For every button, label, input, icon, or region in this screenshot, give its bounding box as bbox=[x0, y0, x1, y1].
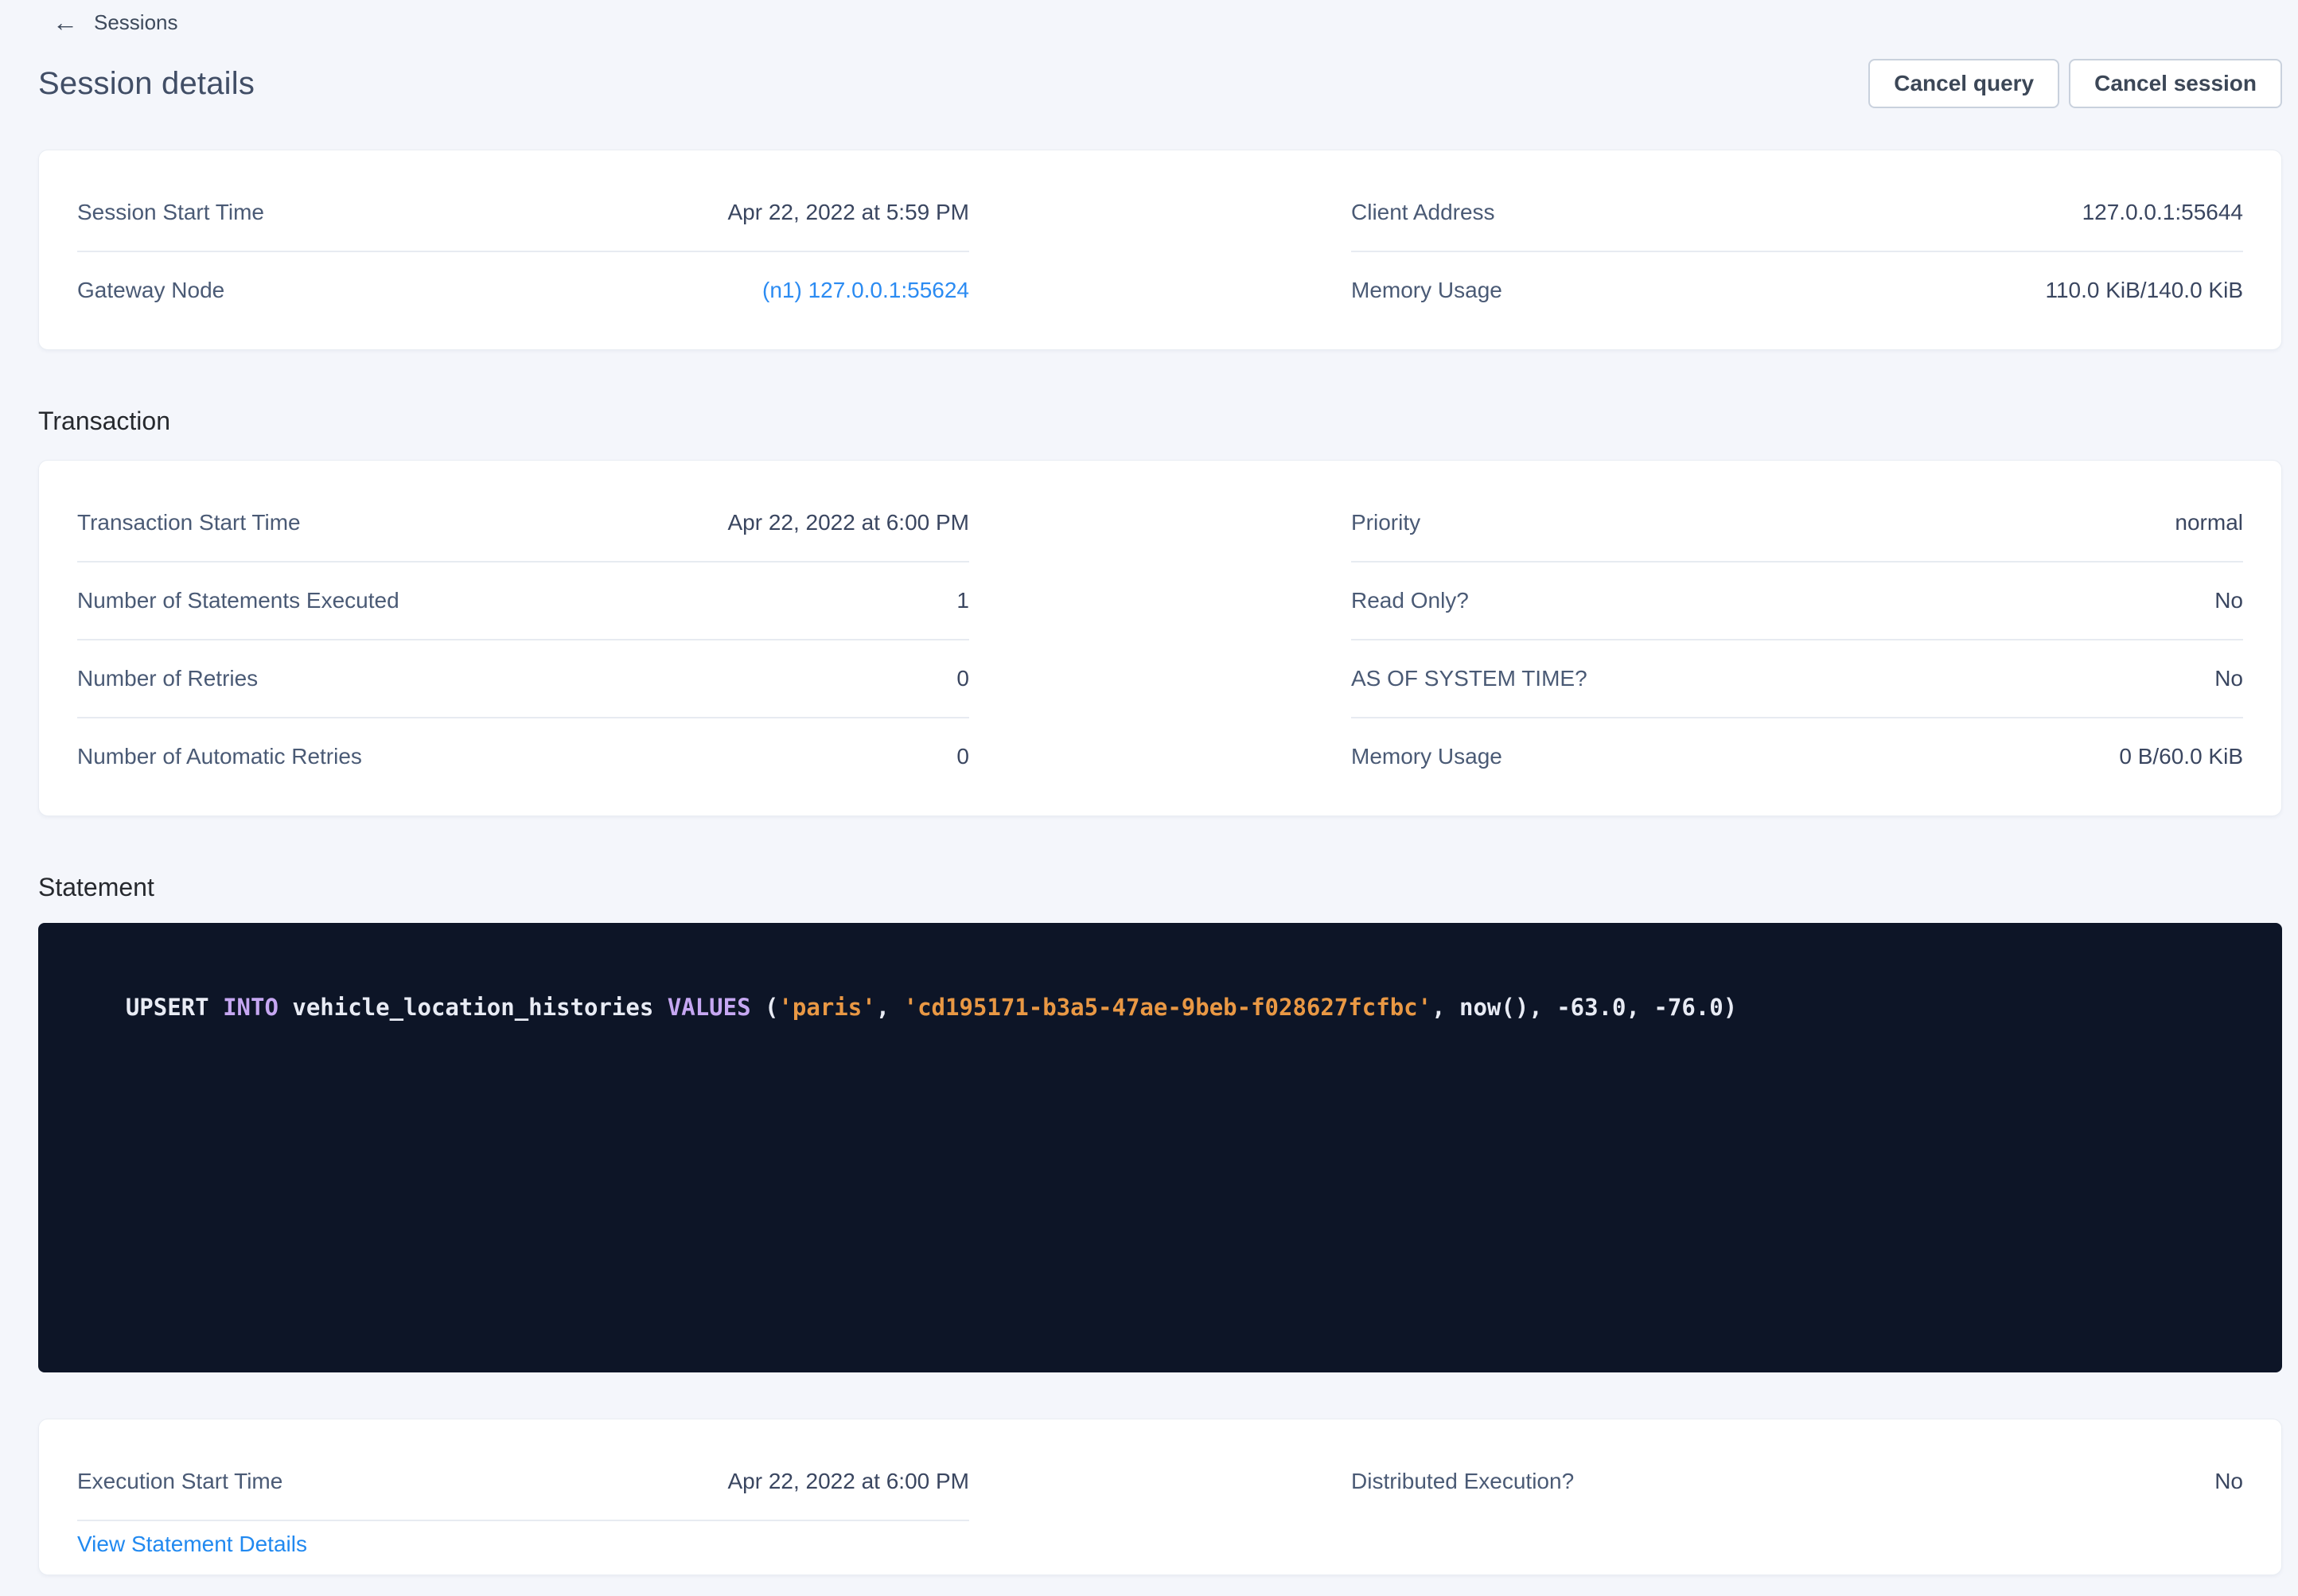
cancel-query-button[interactable]: Cancel query bbox=[1868, 59, 2059, 108]
header-actions: Cancel query Cancel session bbox=[1868, 59, 2282, 108]
sql-token: ( bbox=[751, 994, 779, 1021]
session-summary-card: Session Start Time Apr 22, 2022 at 5:59 … bbox=[38, 150, 2282, 350]
breadcrumb-back-label: Sessions bbox=[94, 10, 178, 35]
session-card-left-column: Session Start Time Apr 22, 2022 at 5:59 … bbox=[77, 174, 969, 329]
link-row: View Statement Details bbox=[77, 1521, 969, 1567]
info-label: Transaction Start Time bbox=[77, 510, 301, 535]
info-label: Execution Start Time bbox=[77, 1469, 282, 1494]
info-label: AS OF SYSTEM TIME? bbox=[1351, 666, 1587, 691]
table-row: Number of Statements Executed 1 bbox=[77, 562, 969, 640]
table-row: Gateway Node (n1) 127.0.0.1:55624 bbox=[77, 252, 969, 329]
table-row: Priority normal bbox=[1351, 485, 2243, 562]
table-row: Number of Automatic Retries 0 bbox=[77, 718, 969, 795]
statement-section-heading: Statement bbox=[38, 873, 154, 902]
info-value: 110.0 KiB/140.0 KiB bbox=[2045, 278, 2243, 303]
table-row: Execution Start Time Apr 22, 2022 at 6:0… bbox=[77, 1443, 969, 1521]
sql-code-block: UPSERT INTO vehicle_location_histories V… bbox=[38, 923, 2282, 1372]
info-label: Priority bbox=[1351, 510, 1420, 535]
info-label: Client Address bbox=[1351, 200, 1495, 225]
info-value: Apr 22, 2022 at 6:00 PM bbox=[727, 1469, 969, 1494]
arrow-left-icon: ← bbox=[53, 10, 78, 35]
execution-card: Execution Start Time Apr 22, 2022 at 6:0… bbox=[38, 1419, 2282, 1575]
table-row: Distributed Execution? No bbox=[1351, 1443, 2243, 1520]
info-value: normal bbox=[2175, 510, 2243, 535]
info-label: Memory Usage bbox=[1351, 278, 1502, 303]
info-label: Number of Statements Executed bbox=[77, 588, 399, 613]
gateway-node-link[interactable]: (n1) 127.0.0.1:55624 bbox=[762, 278, 969, 303]
info-label: Number of Retries bbox=[77, 666, 258, 691]
info-label: Gateway Node bbox=[77, 278, 224, 303]
sql-token: UPSERT bbox=[126, 994, 223, 1021]
info-label: Memory Usage bbox=[1351, 744, 1502, 769]
table-row: Session Start Time Apr 22, 2022 at 5:59 … bbox=[77, 174, 969, 252]
info-value: Apr 22, 2022 at 5:59 PM bbox=[727, 200, 969, 225]
table-row: Memory Usage 0 B/60.0 KiB bbox=[1351, 718, 2243, 795]
page-title: Session details bbox=[38, 66, 255, 102]
view-statement-details-link[interactable]: View Statement Details bbox=[77, 1532, 307, 1557]
info-value: 1 bbox=[956, 588, 969, 613]
transaction-section-heading: Transaction bbox=[38, 407, 170, 436]
sql-token: vehicle_location_histories bbox=[278, 994, 668, 1021]
transaction-card: Transaction Start Time Apr 22, 2022 at 6… bbox=[38, 460, 2282, 816]
sql-token: , bbox=[876, 994, 904, 1021]
sql-token: 'cd195171-b3a5-47ae-9beb-f028627fcfbc' bbox=[904, 994, 1431, 1021]
execution-right-column: Distributed Execution? No bbox=[1351, 1443, 2243, 1567]
table-row: Transaction Start Time Apr 22, 2022 at 6… bbox=[77, 485, 969, 562]
execution-left-column: Execution Start Time Apr 22, 2022 at 6:0… bbox=[77, 1443, 969, 1567]
info-value: 127.0.0.1:55644 bbox=[2082, 200, 2243, 225]
table-row: Number of Retries 0 bbox=[77, 640, 969, 718]
info-value: No bbox=[2214, 588, 2243, 613]
info-label: Distributed Execution? bbox=[1351, 1469, 1574, 1494]
info-value: Apr 22, 2022 at 6:00 PM bbox=[727, 510, 969, 535]
sql-statement: UPSERT INTO vehicle_location_histories V… bbox=[70, 960, 2250, 1055]
sql-token: , now(), -63.0, -76.0) bbox=[1431, 994, 1737, 1021]
table-row: Read Only? No bbox=[1351, 562, 2243, 640]
transaction-right-column: Priority normal Read Only? No AS OF SYST… bbox=[1351, 485, 2243, 795]
info-value: 0 bbox=[956, 666, 969, 691]
transaction-left-column: Transaction Start Time Apr 22, 2022 at 6… bbox=[77, 485, 969, 795]
info-label: Session Start Time bbox=[77, 200, 264, 225]
info-value: No bbox=[2214, 666, 2243, 691]
cancel-session-button[interactable]: Cancel session bbox=[2069, 59, 2282, 108]
sql-token: VALUES bbox=[668, 994, 751, 1021]
info-value: 0 B/60.0 KiB bbox=[2119, 744, 2243, 769]
page-header: Session details Cancel query Cancel sess… bbox=[38, 59, 2282, 108]
info-label: Number of Automatic Retries bbox=[77, 744, 362, 769]
info-value: No bbox=[2214, 1469, 2243, 1494]
info-label: Read Only? bbox=[1351, 588, 1469, 613]
table-row: Memory Usage 110.0 KiB/140.0 KiB bbox=[1351, 252, 2243, 329]
info-value: 0 bbox=[956, 744, 969, 769]
sql-token: 'paris' bbox=[778, 994, 875, 1021]
breadcrumb-back[interactable]: ← Sessions bbox=[53, 10, 178, 35]
table-row: Client Address 127.0.0.1:55644 bbox=[1351, 174, 2243, 252]
sql-token: INTO bbox=[223, 994, 278, 1021]
session-card-right-column: Client Address 127.0.0.1:55644 Memory Us… bbox=[1351, 174, 2243, 329]
table-row: AS OF SYSTEM TIME? No bbox=[1351, 640, 2243, 718]
